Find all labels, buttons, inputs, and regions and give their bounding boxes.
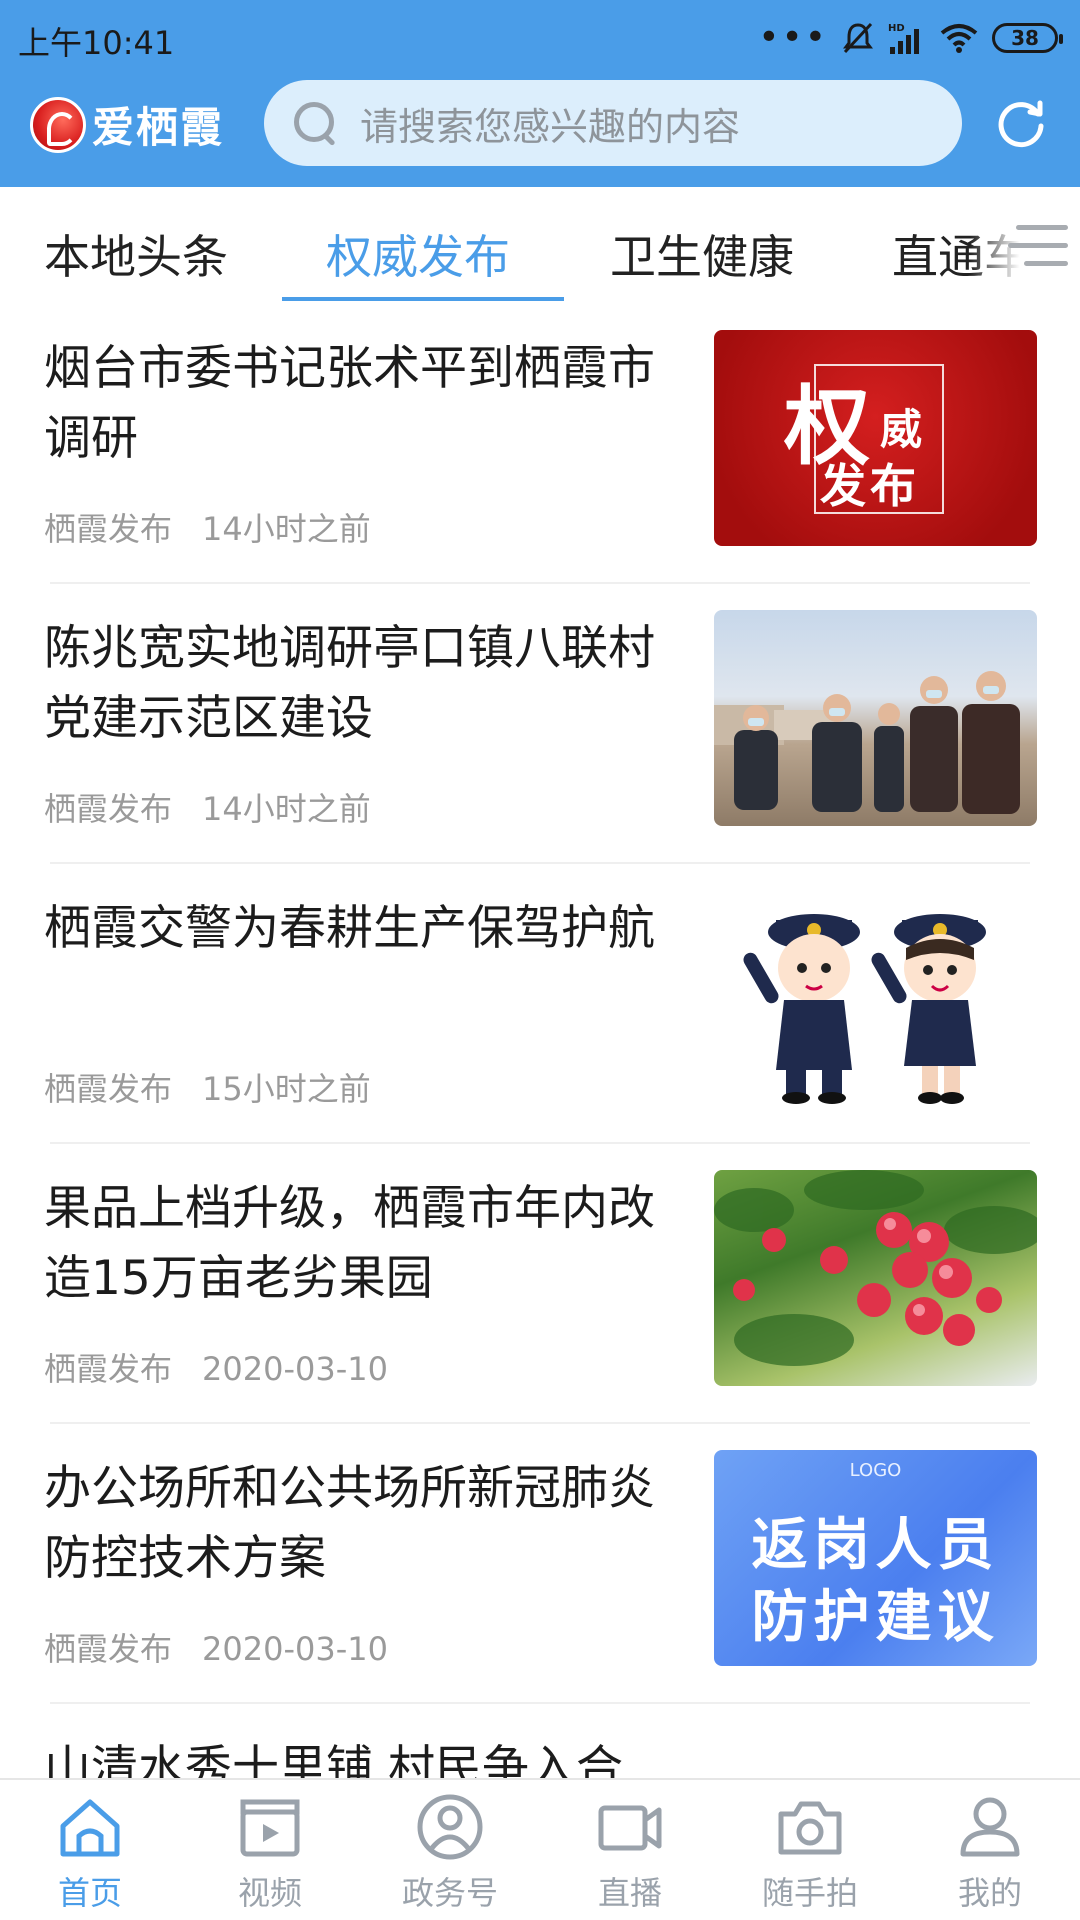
live-icon (598, 1805, 662, 1851)
news-item[interactable]: 果品上档升级，栖霞市年内改造15万亩老劣果园 栖霞发布 2020-03-10 (0, 1144, 1080, 1424)
news-thumbnail (714, 890, 1037, 1106)
search-icon (292, 100, 338, 146)
status-icons: ••• HD 38 (758, 17, 1063, 58)
nav-gov-account[interactable]: 政务号 (360, 1792, 540, 1914)
search-placeholder: 请搜索您感兴趣的内容 (360, 104, 741, 149)
nav-live[interactable]: 直播 (540, 1792, 720, 1914)
news-time: 2020-03-10 (202, 1350, 388, 1388)
news-title: 果品上档升级，栖霞市年内改造15万亩老劣果园 (44, 1181, 655, 1306)
news-meta: 栖霞发布 2020-03-10 (44, 1624, 388, 1670)
news-source: 栖霞发布 (44, 1630, 173, 1668)
signal-icon: HD (888, 23, 919, 54)
battery-indicator: 38 (992, 23, 1063, 53)
nav-label: 首页 (57, 1874, 122, 1912)
status-bar: 上午10:41 ••• HD 38 (0, 0, 1080, 72)
news-source: 栖霞发布 (44, 1350, 173, 1388)
news-title: 山清水秀十里铺 村民争入合 (44, 1741, 623, 1778)
thumb-headline-line2: 防护建议 (751, 1585, 1000, 1650)
nav-profile[interactable]: 我的 (900, 1792, 1080, 1914)
gov-account-icon (417, 1794, 483, 1860)
news-source: 栖霞发布 (44, 1070, 173, 1108)
news-meta: 栖霞发布 15小时之前 (44, 1064, 371, 1110)
photo-people-figures (714, 671, 1020, 814)
category-tabs: 本地头条 权威发布 卫生健康 直通车 (0, 187, 1080, 304)
nav-label: 视频 (237, 1874, 302, 1912)
news-title: 办公场所和公共场所新冠肺炎防控技术方案 (44, 1461, 655, 1586)
news-time: 2020-03-10 (202, 1630, 388, 1668)
svg-text:HD: HD (888, 23, 905, 34)
nav-label: 政务号 (401, 1874, 498, 1912)
channel-menu-icon[interactable] (1008, 223, 1068, 269)
tab-health[interactable]: 卫生健康 (610, 221, 794, 287)
news-thumbnail: LOGO 返岗人员 防护建议 (714, 1450, 1037, 1666)
search-input[interactable]: 请搜索您感兴趣的内容 (264, 80, 962, 166)
thumb-text-small: 威 (880, 405, 923, 454)
news-item[interactable]: 办公场所和公共场所新冠肺炎防控技术方案 栖霞发布 2020-03-10 LOGO … (0, 1424, 1080, 1704)
news-item[interactable]: 陈兆宽实地调研亭口镇八联村党建示范区建设 栖霞发布 14小时之前 (0, 584, 1080, 864)
thumb-logo-text: LOGO (849, 1460, 902, 1481)
nav-video[interactable]: 视频 (180, 1792, 360, 1914)
logo-mark-icon (30, 96, 86, 153)
news-item[interactable]: 烟台市委书记张术平到栖霞市调研 栖霞发布 14小时之前 权 威 发布 (0, 304, 1080, 584)
news-title: 陈兆宽实地调研亭口镇八联村党建示范区建设 (44, 621, 655, 746)
app-bar: 爱栖霞 请搜索您感兴趣的内容 (0, 80, 1080, 180)
tab-local-headlines[interactable]: 本地头条 (44, 221, 228, 287)
police-cartoon-illustration (743, 914, 986, 1104)
news-source: 栖霞发布 (44, 510, 173, 548)
news-source: 栖霞发布 (44, 790, 173, 828)
more-dots-icon: ••• (758, 17, 828, 58)
nav-label: 随手拍 (761, 1874, 858, 1912)
nav-home[interactable]: 首页 (0, 1792, 180, 1914)
news-thumbnail (714, 610, 1037, 826)
news-time: 14小时之前 (202, 790, 371, 828)
logo-text: 爱栖霞 (92, 103, 225, 152)
active-tab-indicator (282, 297, 564, 301)
thumb-text-small: 发布 (820, 459, 920, 513)
thumb-headline-line1: 返岗人员 (751, 1513, 1000, 1578)
news-item[interactable]: 山清水秀十里铺 村民争入合 (0, 1704, 1080, 1778)
tab-official-release[interactable]: 权威发布 (326, 221, 510, 287)
news-item[interactable]: 栖霞交警为春耕生产保驾护航 栖霞发布 15小时之前 (0, 864, 1080, 1144)
app-header: 上午10:41 ••• HD 38 爱栖霞 请搜索您感兴趣的内容 (0, 0, 1080, 187)
apple-tree-photo (714, 1170, 1037, 1366)
app-logo: 爱栖霞 (30, 94, 224, 155)
nav-label: 我的 (957, 1874, 1022, 1912)
nav-label: 直播 (597, 1874, 662, 1912)
news-list: 烟台市委书记张术平到栖霞市调研 栖霞发布 14小时之前 权 威 发布 陈兆宽实地调… (0, 304, 1080, 1778)
profile-icon (960, 1797, 1020, 1857)
camera-icon (778, 1801, 842, 1855)
news-title: 烟台市委书记张术平到栖霞市调研 (44, 341, 655, 466)
wifi-icon (940, 24, 978, 53)
news-thumbnail (714, 1170, 1037, 1386)
news-thumbnail: 权 威 发布 (714, 330, 1037, 546)
news-meta: 栖霞发布 2020-03-10 (44, 1344, 388, 1390)
news-time: 14小时之前 (202, 510, 371, 548)
refresh-icon[interactable] (994, 96, 1048, 150)
news-meta: 栖霞发布 14小时之前 (44, 504, 371, 550)
news-meta: 栖霞发布 14小时之前 (44, 784, 371, 830)
bottom-navigation: 首页 视频 政务号 直播 随手拍 我的 (0, 1778, 1080, 1920)
nav-snapshot[interactable]: 随手拍 (720, 1792, 900, 1914)
video-icon (240, 1799, 300, 1857)
mute-alarm-icon (843, 22, 873, 54)
news-title: 栖霞交警为春耕生产保驾护航 (44, 901, 655, 956)
status-time: 上午10:41 (18, 24, 175, 62)
home-icon (60, 1799, 120, 1857)
news-time: 15小时之前 (202, 1070, 371, 1108)
